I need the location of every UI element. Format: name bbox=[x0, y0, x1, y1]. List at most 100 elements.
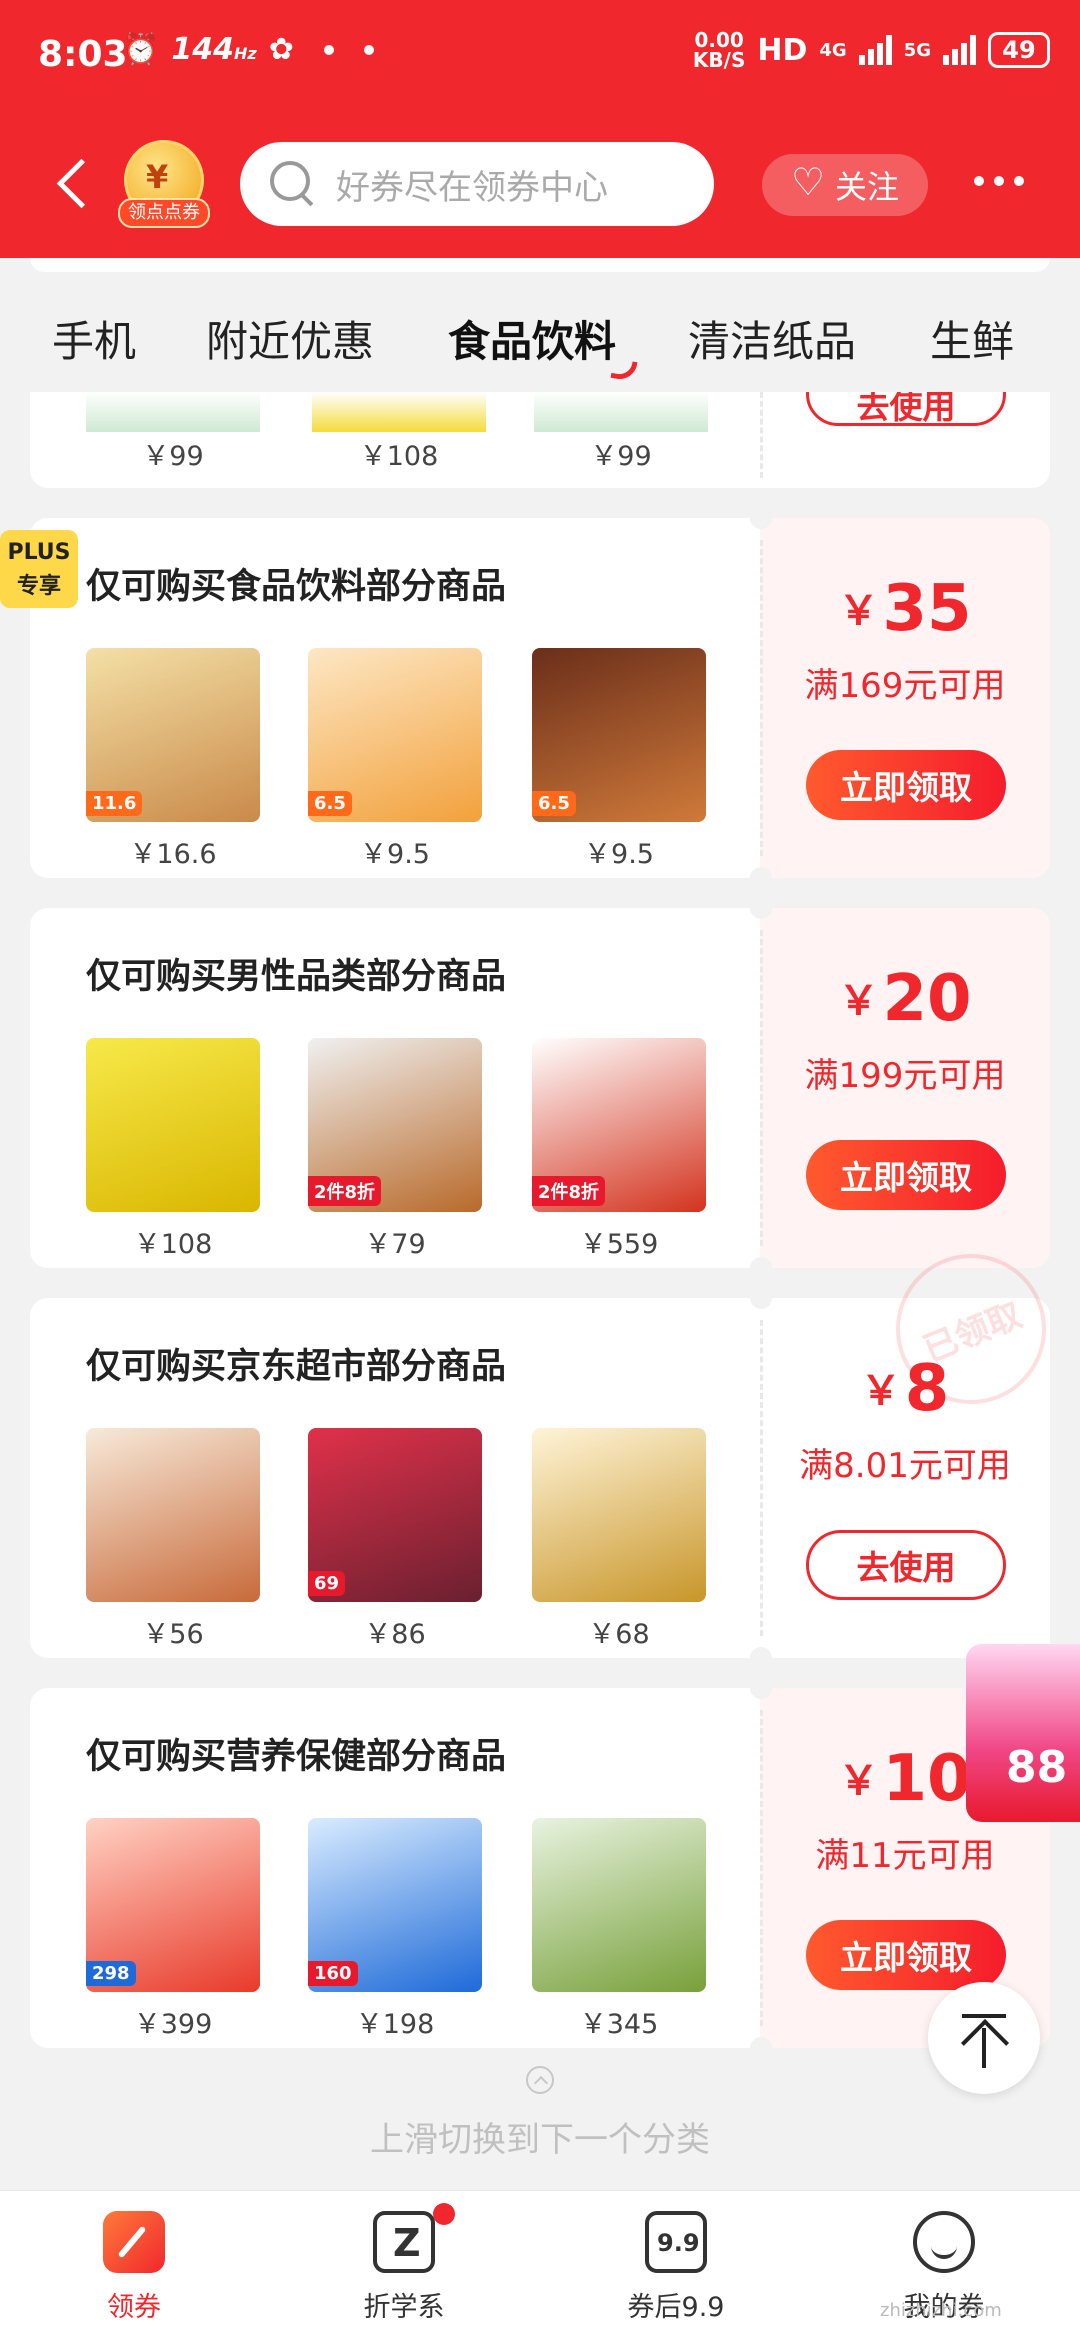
coupon-icon bbox=[103, 2211, 165, 2273]
product-image: 2件8折 bbox=[532, 1038, 706, 1212]
product-image: 11.6 bbox=[86, 648, 260, 822]
coupon-condition: 满11元可用 bbox=[815, 1836, 995, 1876]
product-tag: 6.5 bbox=[532, 791, 576, 816]
watermark: zhizhizhi.com bbox=[880, 2300, 1002, 2321]
nav-coupons[interactable]: 领券 bbox=[34, 2211, 234, 2324]
active-tab-indicator bbox=[610, 358, 638, 382]
product-image: 2件8折 bbox=[308, 1038, 482, 1212]
product-item[interactable]: ￥68 bbox=[532, 1428, 706, 1651]
product-price: ￥56 bbox=[142, 1619, 204, 1650]
swipe-hint: 上滑切换到下一个分类 bbox=[0, 2066, 1080, 2161]
product-tag: 11.6 bbox=[86, 791, 143, 816]
net-label-4g: 4G bbox=[819, 39, 847, 61]
coupon-title: 仅可购买男性品类部分商品 bbox=[86, 957, 507, 997]
signal-icon bbox=[858, 35, 892, 65]
product-item[interactable]: ￥108 bbox=[86, 1038, 260, 1261]
tab-phone[interactable]: 手机 bbox=[52, 308, 136, 369]
product-item[interactable]: 2件8折 ￥559 bbox=[532, 1038, 706, 1261]
coupon-card: 仅可购买营养保健部分商品 298 ￥399 160 ￥198 ￥345 ￥10 … bbox=[30, 1688, 1050, 2048]
product-price: ￥108 bbox=[133, 1229, 213, 1260]
network-speed: 0.00 KB/S bbox=[692, 28, 746, 72]
coupon-card-partial[interactable]: ￥99 ￥108 ￥99 去使用 bbox=[30, 392, 1050, 488]
claim-button[interactable]: 立即领取 bbox=[806, 1920, 1006, 1990]
z-icon bbox=[373, 2203, 455, 2273]
tab-cleaning-paper[interactable]: 清洁纸品 bbox=[688, 308, 856, 369]
product-image bbox=[86, 1428, 260, 1602]
product-tag: 298 bbox=[86, 1961, 136, 1986]
product-image[interactable] bbox=[86, 392, 260, 432]
fan-icon: ✿ bbox=[268, 32, 294, 67]
status-bar: 8:03 ⏰ 144Hz ✿ 0.00 KB/S HD 4G 5G 49 bbox=[0, 0, 1080, 110]
notification-dot bbox=[433, 2203, 455, 2225]
chevron-up-icon bbox=[526, 2066, 554, 2094]
notification-dot bbox=[363, 44, 374, 55]
tab-food-drink[interactable]: 食品饮料 bbox=[448, 308, 616, 369]
product-item[interactable]: 298 ￥399 bbox=[86, 1818, 260, 2041]
product-item[interactable]: 6.5 ￥9.5 bbox=[532, 648, 706, 871]
coupon-amount: ￥20 bbox=[838, 962, 972, 1036]
nav-discount-school[interactable]: 折学系 bbox=[304, 2203, 504, 2324]
hd-indicator: HD bbox=[757, 32, 808, 68]
product-image: 6.5 bbox=[532, 648, 706, 822]
coupon-card: 仅可购买男性品类部分商品 ￥108 2件8折 ￥79 2件8折 ￥559 ￥20… bbox=[30, 908, 1050, 1268]
product-price: ￥345 bbox=[579, 2009, 659, 2040]
back-icon[interactable] bbox=[54, 158, 94, 214]
product-tag: 6.5 bbox=[308, 791, 352, 816]
header: 8:03 ⏰ 144Hz ✿ 0.00 KB/S HD 4G 5G 49 ¥ 领… bbox=[0, 0, 1080, 258]
coupon-title: 仅可购买京东超市部分商品 bbox=[86, 1347, 507, 1387]
product-item[interactable]: 2件8折 ￥79 bbox=[308, 1038, 482, 1261]
face-icon bbox=[913, 2211, 975, 2273]
product-image: 298 bbox=[86, 1818, 260, 1992]
product-image: 69 bbox=[308, 1428, 482, 1602]
product-price: ￥99 bbox=[590, 441, 652, 472]
product-item[interactable]: ￥345 bbox=[532, 1818, 706, 2041]
product-price: ￥399 bbox=[133, 2009, 213, 2040]
coupon-condition: 满199元可用 bbox=[804, 1056, 1006, 1096]
search-input[interactable]: 好券尽在领券中心 bbox=[240, 142, 714, 226]
notification-dot bbox=[323, 44, 334, 55]
product-image[interactable] bbox=[534, 392, 708, 432]
use-button[interactable]: 去使用 bbox=[806, 392, 1006, 426]
product-item[interactable]: 6.5 ￥9.5 bbox=[308, 648, 482, 871]
product-price: ￥9.5 bbox=[360, 839, 430, 870]
use-button[interactable]: 去使用 bbox=[806, 1530, 1006, 1600]
product-item[interactable]: ￥56 bbox=[86, 1428, 260, 1651]
product-tag: 2件8折 bbox=[532, 1176, 606, 1206]
product-price: ￥68 bbox=[588, 1619, 650, 1650]
search-icon bbox=[270, 161, 316, 207]
red-packet-float[interactable]: 88 bbox=[966, 1644, 1080, 1822]
product-price: ￥79 bbox=[364, 1229, 426, 1260]
tab-fresh[interactable]: 生鲜 bbox=[930, 308, 1014, 369]
product-tag: 2件8折 bbox=[308, 1176, 382, 1206]
product-image bbox=[532, 1428, 706, 1602]
coin-badge[interactable]: ¥ 领点点券 bbox=[118, 140, 210, 232]
more-icon[interactable] bbox=[974, 176, 1024, 186]
tab-nearby[interactable]: 附近优惠 bbox=[206, 308, 374, 369]
coupon-title: 仅可购买营养保健部分商品 bbox=[86, 1737, 507, 1777]
product-item[interactable]: 160 ￥198 bbox=[308, 1818, 482, 2041]
product-image bbox=[86, 1038, 260, 1212]
nav-after-coupon-99[interactable]: 券后9.9 bbox=[576, 2211, 776, 2324]
battery-icon: 49 bbox=[988, 32, 1050, 68]
follow-button[interactable]: 关注 bbox=[762, 154, 928, 216]
product-price: ￥108 bbox=[359, 441, 439, 472]
product-image[interactable] bbox=[312, 392, 486, 432]
product-price: ￥198 bbox=[355, 2009, 435, 2040]
product-image: 160 bbox=[308, 1818, 482, 1992]
product-item[interactable]: 11.6 ￥16.6 bbox=[86, 648, 260, 871]
product-price: ￥99 bbox=[142, 441, 204, 472]
coupon-card: 仅可购买京东超市部分商品 ￥56 69 ￥86 ￥68 ￥8 满8.01元可用 … bbox=[30, 1298, 1050, 1658]
claim-button[interactable]: 立即领取 bbox=[806, 1140, 1006, 1210]
alarm-icon: ⏰ bbox=[122, 32, 160, 67]
product-item[interactable]: 69 ￥86 bbox=[308, 1428, 482, 1651]
status-time: 8:03 bbox=[38, 34, 128, 75]
product-price: ￥86 bbox=[364, 1619, 426, 1650]
coupon-card: 仅可购买食品饮料部分商品 11.6 ￥16.6 6.5 ￥9.5 6.5 ￥9.… bbox=[30, 518, 1050, 878]
net-label-5g: 5G bbox=[903, 39, 931, 61]
signal-icon bbox=[943, 35, 976, 65]
product-image: 6.5 bbox=[308, 648, 482, 822]
claim-button[interactable]: 立即领取 bbox=[806, 750, 1006, 820]
coupon-condition: 满8.01元可用 bbox=[799, 1446, 1011, 1486]
product-price: ￥16.6 bbox=[129, 839, 217, 870]
coupon-condition: 满169元可用 bbox=[804, 666, 1006, 706]
